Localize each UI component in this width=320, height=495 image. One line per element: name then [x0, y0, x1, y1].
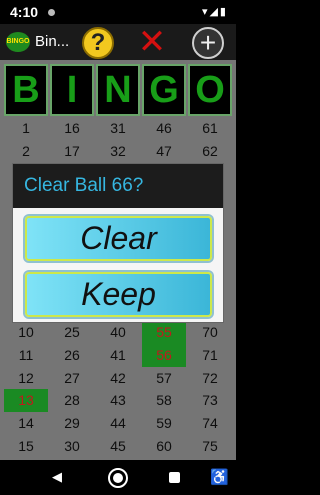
accessibility-icon[interactable]: ♿ [210, 468, 229, 486]
status-bar: 4:10 ▾◢▮ [0, 0, 236, 24]
navigation-bar: ◀ ♿ [0, 460, 236, 495]
notification-dot-icon [48, 9, 55, 16]
home-icon[interactable] [108, 468, 128, 488]
help-button[interactable]: ? [82, 27, 114, 59]
app-title: Bin... [35, 33, 70, 50]
close-icon[interactable]: ✕ [136, 25, 168, 59]
clear-ball-dialog: Clear Ball 66? Clear Keep [12, 163, 224, 323]
clear-button[interactable]: Clear [25, 216, 212, 261]
keep-button[interactable]: Keep [25, 272, 212, 317]
app-bar: BINGO Bin... ? ✕ + [0, 24, 236, 60]
add-button[interactable]: + [192, 27, 224, 59]
dialog-title: Clear Ball 66? [13, 164, 223, 208]
status-time: 4:10 [10, 4, 39, 20]
status-icons: ▾◢▮ [201, 6, 228, 18]
recent-apps-icon[interactable] [169, 472, 180, 483]
bingo-logo-icon: BINGO [6, 32, 30, 52]
back-icon[interactable]: ◀ [52, 469, 62, 485]
